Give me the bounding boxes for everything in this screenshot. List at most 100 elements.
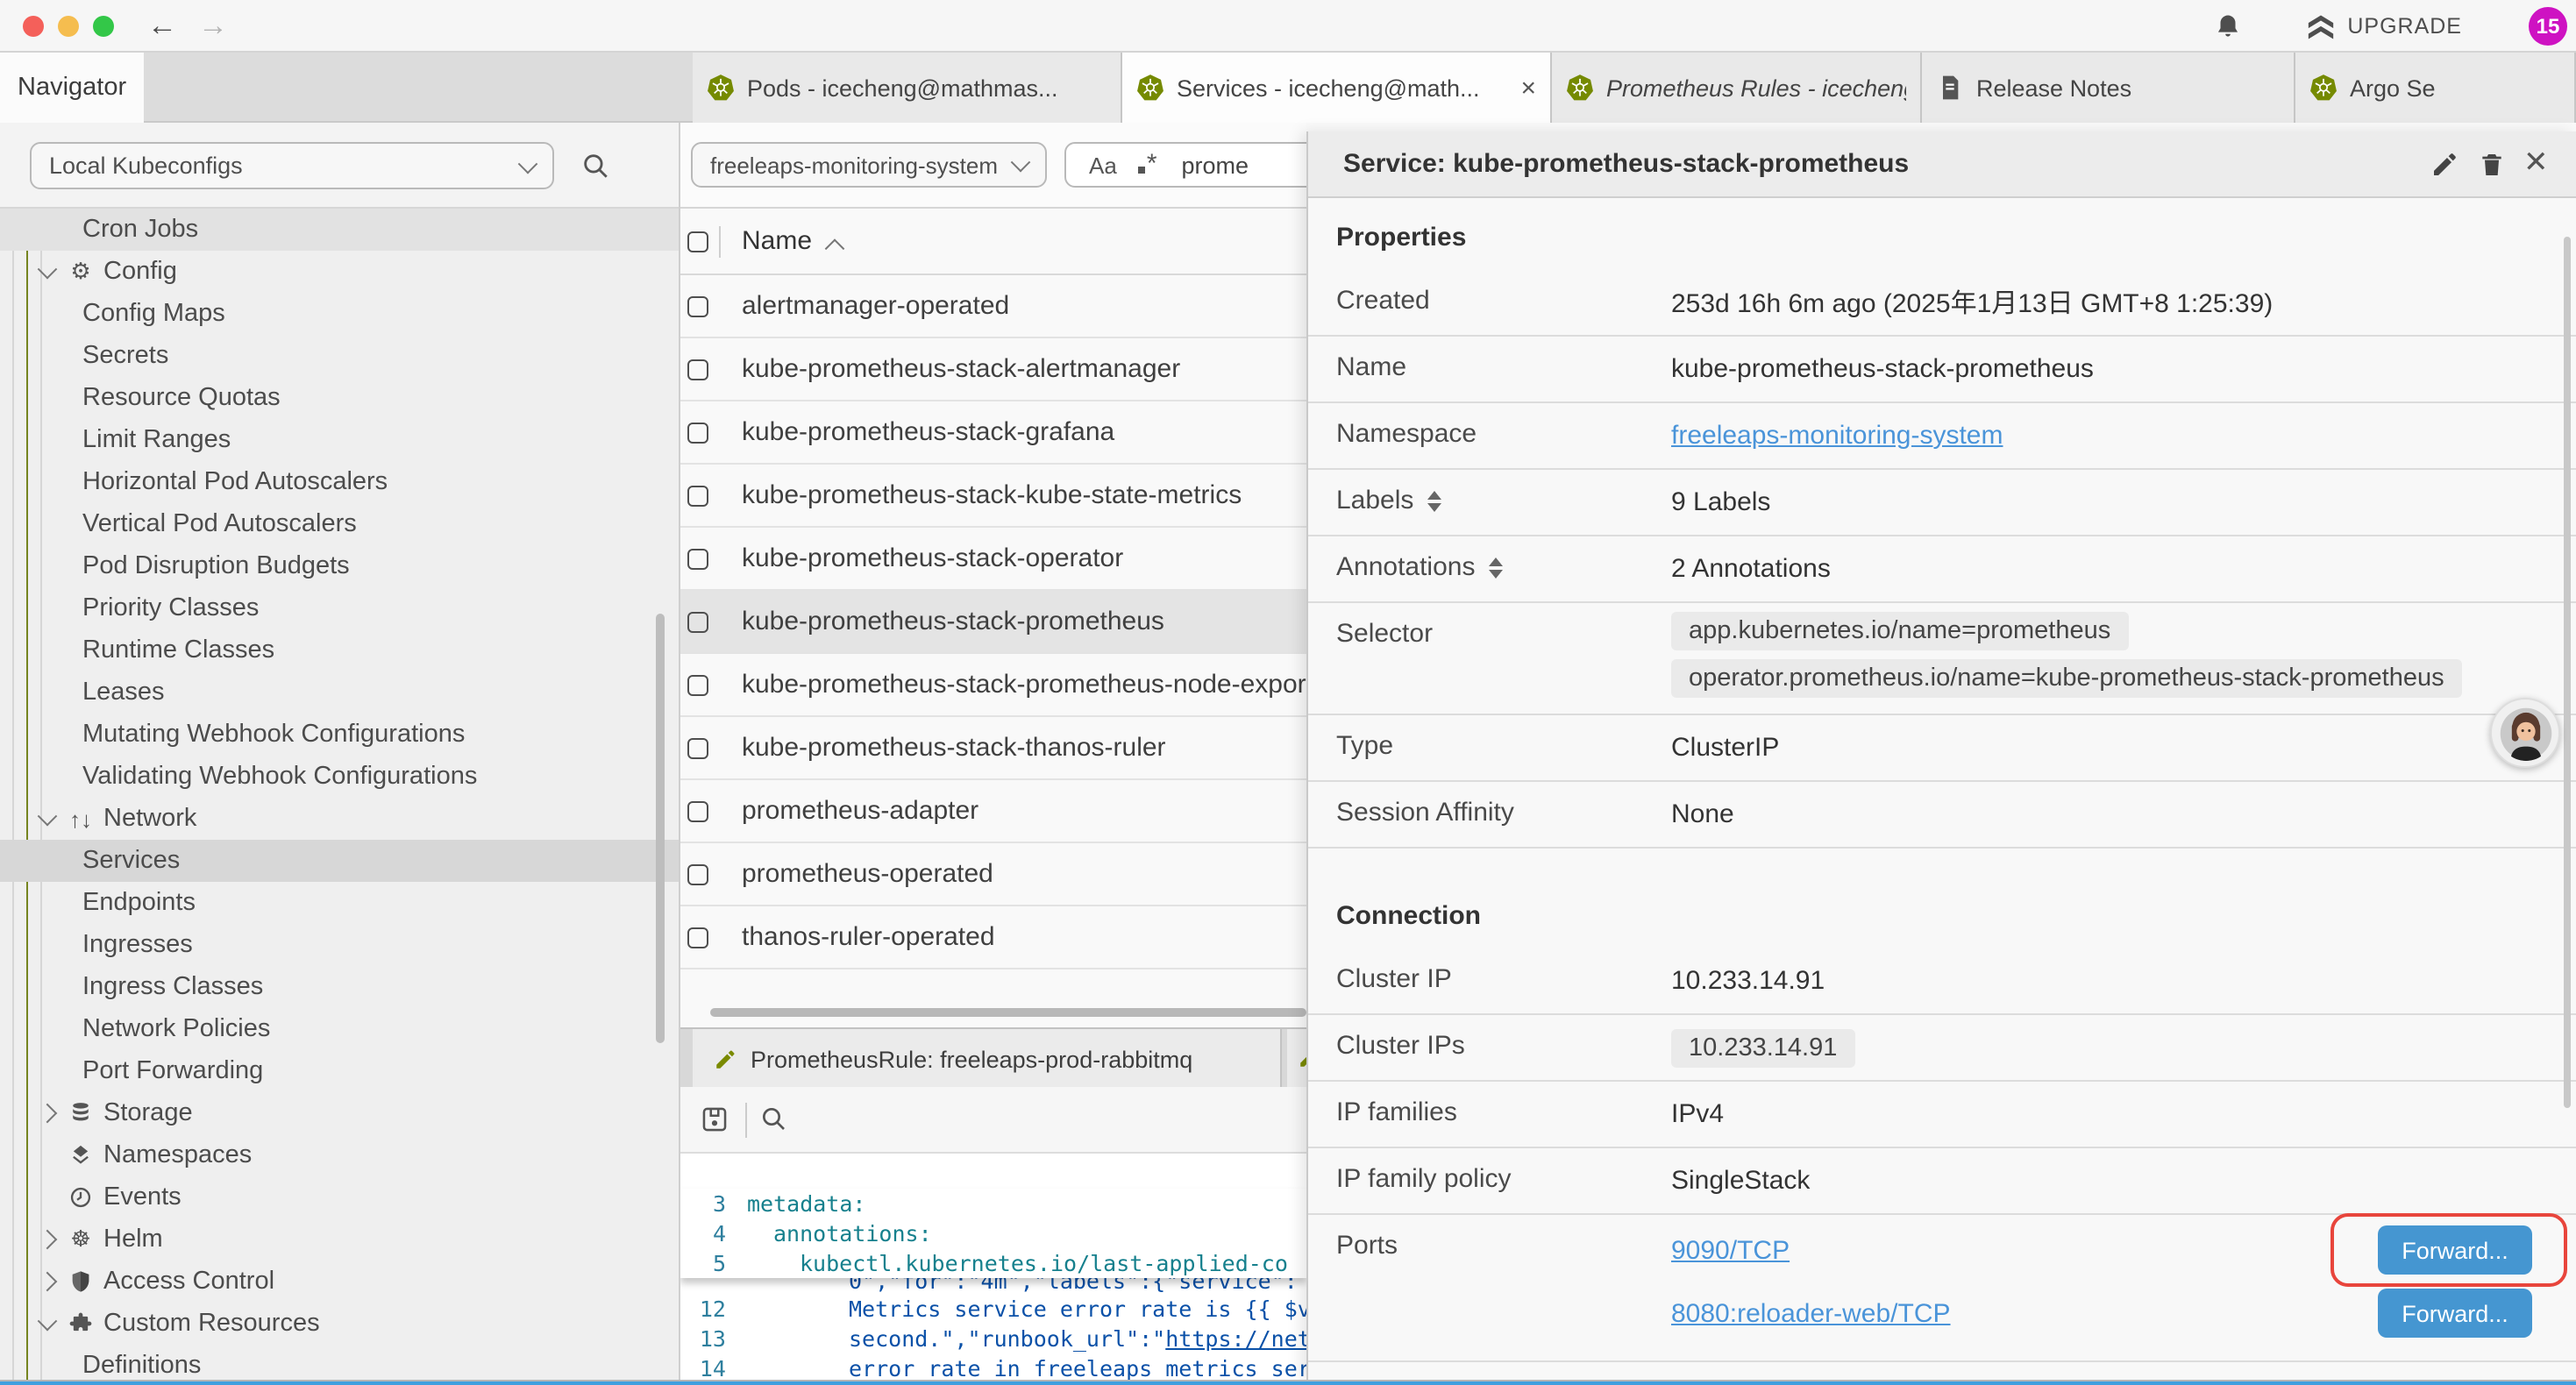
editor-search-icon[interactable] xyxy=(759,1104,787,1133)
close-button[interactable]: ✕ xyxy=(2523,146,2551,174)
table-row[interactable]: prometheus-operated xyxy=(680,843,1306,906)
table-row[interactable]: kube-prometheus-stack-alertmanager xyxy=(680,338,1306,401)
sidebar-item-access-control[interactable]: Access Control xyxy=(0,1261,679,1303)
tab-services[interactable]: Services - icecheng@math...× xyxy=(1122,53,1552,123)
sidebar-item-storage[interactable]: Storage xyxy=(0,1092,679,1134)
tab-prometheus[interactable]: Prometheus Rules - icecheng... xyxy=(1552,53,1922,123)
sidebar-item-limit-ranges[interactable]: Limit Ranges xyxy=(0,419,679,461)
row-checkbox[interactable] xyxy=(687,738,708,759)
editor-tab[interactable]: PrometheusRule: freeleaps-prod-rabbitmq xyxy=(693,1029,1282,1089)
namespace-select[interactable]: freeleaps-monitoring-system xyxy=(691,142,1047,188)
delete-button[interactable] xyxy=(2478,151,2506,179)
row-checkbox[interactable] xyxy=(687,296,708,317)
table-row[interactable]: thanos-ruler-operated xyxy=(680,906,1306,970)
row-checkbox[interactable] xyxy=(687,486,708,507)
chevron-right-icon[interactable] xyxy=(38,1272,58,1292)
sidebar-item-events[interactable]: Events xyxy=(0,1176,679,1218)
upgrade-button[interactable]: UPGRADE xyxy=(2347,14,2462,39)
chevron-down-icon[interactable] xyxy=(38,259,58,280)
sidebar-item-horizontal-pod-autoscalers[interactable]: Horizontal Pod Autoscalers xyxy=(0,461,679,503)
back-button[interactable]: ← xyxy=(147,4,177,49)
sidebar-item-secrets[interactable]: Secrets xyxy=(0,335,679,377)
table-row[interactable]: kube-prometheus-stack-prometheus xyxy=(680,591,1306,654)
edit-button[interactable] xyxy=(2430,151,2459,179)
sort-control-icon[interactable] xyxy=(1427,490,1441,511)
sidebar-item-leases[interactable]: Leases xyxy=(0,671,679,714)
sidebar-search-icon[interactable] xyxy=(580,151,610,181)
sidebar-item-mutating-webhook-configurations[interactable]: Mutating Webhook Configurations xyxy=(0,714,679,756)
table-row[interactable]: kube-prometheus-stack-grafana xyxy=(680,401,1306,465)
horizontal-scrollbar[interactable] xyxy=(710,1008,1306,1017)
row-checkbox[interactable] xyxy=(687,359,708,380)
forward-button[interactable]: Forward... xyxy=(2378,1225,2532,1275)
namespace-link[interactable]: freeleaps-monitoring-system xyxy=(1671,421,2003,451)
sidebar-item-custom-resources[interactable]: Custom Resources xyxy=(0,1303,679,1345)
sidebar-item-cron-jobs[interactable]: Cron Jobs xyxy=(0,209,679,251)
traffic-light-close[interactable] xyxy=(23,16,44,37)
sidebar-item-config-maps[interactable]: Config Maps xyxy=(0,293,679,335)
match-case-toggle[interactable]: Aa xyxy=(1089,152,1117,178)
editor-tab-partial[interactable] xyxy=(1287,1029,1306,1089)
forward-button[interactable]: → xyxy=(198,4,228,49)
close-icon[interactable]: × xyxy=(1510,73,1536,103)
table-row[interactable]: kube-prometheus-stack-thanos-ruler xyxy=(680,717,1306,780)
bell-icon[interactable] xyxy=(2212,11,2242,41)
tab-pods[interactable]: Pods - icecheng@mathmas... xyxy=(693,53,1122,123)
sidebar-scrollbar[interactable] xyxy=(656,614,665,1043)
port-link[interactable]: 8080:reloader-web/TCP xyxy=(1671,1298,1951,1328)
table-row[interactable]: prometheus-adapter xyxy=(680,780,1306,843)
name-column-header[interactable]: Name xyxy=(742,226,812,256)
runbook-link[interactable]: https://net xyxy=(1165,1325,1306,1352)
table-row[interactable]: kube-prometheus-stack-prometheus-node-ex… xyxy=(680,654,1306,717)
upgrade-icon[interactable] xyxy=(2305,11,2335,41)
yaml-editor[interactable]: 3metadata:4annotations:5kubectl.kubernet… xyxy=(680,1154,1306,1380)
table-row[interactable]: alertmanager-operated xyxy=(680,275,1306,338)
regex-toggle[interactable]: * xyxy=(1138,148,1157,178)
sidebar-item-resource-quotas[interactable]: Resource Quotas xyxy=(0,377,679,419)
assistant-avatar[interactable] xyxy=(2490,698,2560,768)
sidebar-item-network[interactable]: ↑↓Network xyxy=(0,798,679,840)
port-link[interactable]: 9090/TCP xyxy=(1671,1235,1790,1265)
chevron-down-icon[interactable] xyxy=(38,806,58,827)
table-row[interactable]: kube-prometheus-stack-operator xyxy=(680,528,1306,591)
chevron-down-icon[interactable] xyxy=(38,1311,58,1332)
sidebar-item-ingress-classes[interactable]: Ingress Classes xyxy=(0,966,679,1008)
sidebar-item-validating-webhook-configurations[interactable]: Validating Webhook Configurations xyxy=(0,756,679,798)
chevron-right-icon[interactable] xyxy=(38,1230,58,1250)
row-checkbox[interactable] xyxy=(687,864,708,885)
save-icon[interactable] xyxy=(700,1104,729,1134)
tab-navigator[interactable]: Navigator xyxy=(0,53,144,123)
sidebar-item-services[interactable]: Services xyxy=(0,840,679,882)
row-checkbox[interactable] xyxy=(687,612,708,633)
row-checkbox[interactable] xyxy=(687,423,708,444)
sort-control-icon[interactable] xyxy=(1489,557,1503,578)
sidebar-item-definitions[interactable]: Definitions xyxy=(0,1345,679,1380)
sidebar-item-config[interactable]: ⚙Config xyxy=(0,251,679,293)
sidebar-item-runtime-classes[interactable]: Runtime Classes xyxy=(0,629,679,671)
tab-argo[interactable]: Argo Se xyxy=(2295,53,2576,123)
table-row[interactable]: kube-prometheus-stack-kube-state-metrics xyxy=(680,465,1306,528)
forward-button[interactable]: Forward... xyxy=(2378,1289,2532,1338)
notification-badge[interactable]: 15 xyxy=(2529,7,2567,46)
sidebar-item-ingresses[interactable]: Ingresses xyxy=(0,924,679,966)
tab-release[interactable]: Release Notes xyxy=(1922,53,2295,123)
kubeconfig-select[interactable]: Local Kubeconfigs xyxy=(30,142,554,189)
traffic-light-maximize[interactable] xyxy=(93,16,114,37)
sidebar-item-helm[interactable]: ☸Helm xyxy=(0,1218,679,1261)
sidebar-item-namespaces[interactable]: Namespaces xyxy=(0,1134,679,1176)
row-checkbox[interactable] xyxy=(687,675,708,696)
sidebar-item-vertical-pod-autoscalers[interactable]: Vertical Pod Autoscalers xyxy=(0,503,679,545)
filter-input[interactable]: Aa * prome xyxy=(1064,142,1306,188)
sidebar-item-priority-classes[interactable]: Priority Classes xyxy=(0,587,679,629)
traffic-light-minimize[interactable] xyxy=(58,16,79,37)
chevron-right-icon[interactable] xyxy=(38,1104,58,1124)
sidebar-item-network-policies[interactable]: Network Policies xyxy=(0,1008,679,1050)
row-checkbox[interactable] xyxy=(687,801,708,822)
row-checkbox[interactable] xyxy=(687,549,708,570)
drawer-scrollbar[interactable] xyxy=(2564,237,2571,1108)
sidebar-item-port-forwarding[interactable]: Port Forwarding xyxy=(0,1050,679,1092)
sidebar-item-pod-disruption-budgets[interactable]: Pod Disruption Budgets xyxy=(0,545,679,587)
sidebar-item-endpoints[interactable]: Endpoints xyxy=(0,882,679,924)
row-checkbox[interactable] xyxy=(687,927,708,948)
select-all-checkbox[interactable] xyxy=(687,231,708,252)
